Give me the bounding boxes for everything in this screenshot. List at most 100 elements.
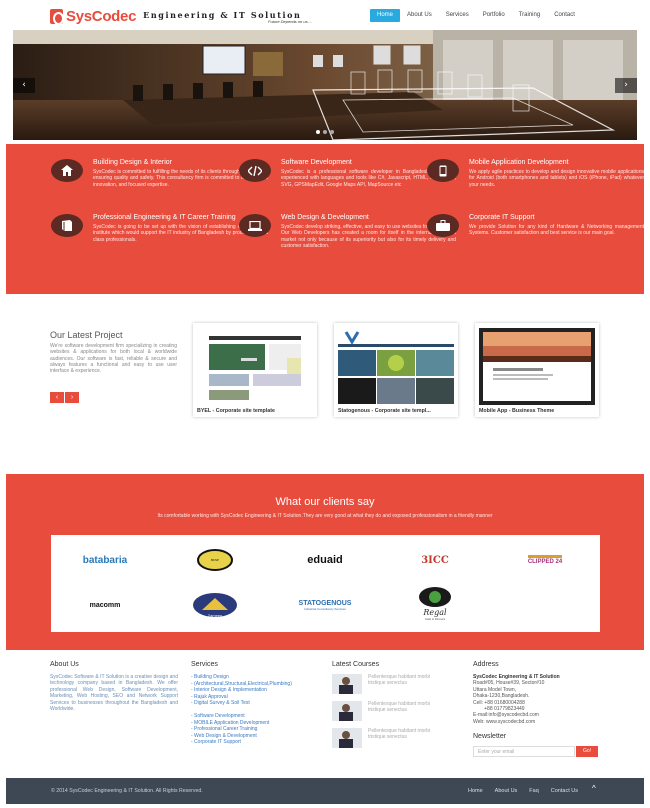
- client-logo-batabaria: batabaria: [51, 538, 159, 582]
- client-name: Regal: [423, 607, 447, 617]
- footer-nav-about[interactable]: About Us: [495, 788, 518, 794]
- footer-service-link[interactable]: - Building Design: [191, 674, 331, 681]
- footer-service-link[interactable]: - Corporate IT Support: [191, 739, 331, 746]
- course-item[interactable]: Pellentesque habitant morbi tristique se…: [332, 701, 462, 721]
- footer-services: Services - Building Design - (Architectu…: [191, 661, 331, 746]
- client-tagline: Cafe & Dinners: [424, 616, 446, 621]
- client-logo-clipped24: CLIPPED 24: [491, 538, 599, 582]
- hero-prev-button[interactable]: ‹: [13, 78, 35, 93]
- service-desc: We provide Solution for any kind of Hard…: [469, 224, 644, 237]
- footer-service-link[interactable]: - Interior Design & Implementation: [191, 687, 331, 694]
- clients-title: What our clients say: [275, 496, 375, 508]
- nav-portfolio[interactable]: Portfolio: [476, 9, 512, 22]
- course-text: Pellentesque habitant morbi tristique se…: [368, 728, 430, 741]
- service-desc: We apply agile practices to develop and …: [469, 169, 644, 188]
- nav-contact[interactable]: Contact: [547, 9, 582, 22]
- scroll-top-icon[interactable]: ^: [592, 784, 596, 793]
- footer-nav-contact[interactable]: Contact Us: [551, 788, 578, 794]
- service-mobile: Mobile Application Development We apply …: [427, 159, 644, 188]
- footer-address-title: Address: [473, 661, 499, 668]
- logo[interactable]: SysCodec Engineering & IT Solution: [50, 5, 301, 27]
- hero-image: [13, 30, 637, 140]
- project-card-byel[interactable]: BYEL - Corporate site template: [193, 323, 317, 417]
- project-thumbnail: [479, 328, 595, 405]
- newsletter-submit-button[interactable]: Go!: [576, 746, 598, 757]
- course-text: Pellentesque habitant morbi tristique se…: [368, 674, 430, 687]
- service-title: Mobile Application Development: [469, 159, 569, 166]
- service-support: Corporate IT Support We provide Solution…: [427, 214, 644, 237]
- clients-section: What our clients say Its comfortable wor…: [6, 474, 644, 650]
- clients-subtitle: Its comfortable working with SysCodec En…: [157, 513, 493, 519]
- project-caption: Mobile App - Business Theme: [479, 408, 555, 414]
- project-card-statogenous[interactable]: Statogenous - Corporate site templ...: [334, 323, 458, 417]
- course-item[interactable]: Pellentesque habitant morbi tristique se…: [332, 674, 462, 694]
- client-name: STATOGENOUS: [298, 599, 352, 607]
- project-card-mobile-app[interactable]: Mobile App - Business Theme: [475, 323, 599, 417]
- project-thumbnail: [197, 328, 313, 405]
- client-name: Zameen: [207, 613, 223, 618]
- footer-service-link[interactable]: - Professional Career Training: [191, 726, 331, 733]
- client-name: batabaria: [82, 554, 128, 566]
- footer-service-link[interactable]: - Rajuk Approval: [191, 694, 331, 701]
- footer-nav: Home About Us Faq Contact Us: [468, 788, 578, 794]
- header: SysCodec Engineering & IT Solution Futur…: [0, 0, 650, 30]
- project-caption: Statogenous - Corporate site templ...: [338, 408, 431, 414]
- nav-services[interactable]: Services: [439, 9, 476, 22]
- project-caption: BYEL - Corporate site template: [197, 408, 275, 414]
- footer-courses: Latest Courses Pellentesque habitant mor…: [332, 661, 462, 755]
- client-tagline: Industrial Consultancy Services: [304, 606, 346, 611]
- projects-nav: ‹ ›: [50, 392, 79, 403]
- bottom-bar: © 2014 SysCodec Engineering & IT Solutio…: [6, 778, 644, 804]
- client-logo-macomm: macomm: [51, 583, 159, 627]
- course-thumbnail: [332, 701, 362, 721]
- logo-icon: [50, 8, 64, 25]
- service-title: Corporate IT Support: [469, 214, 535, 221]
- logo-tagline: Future Depends on us....: [268, 19, 313, 24]
- code-icon: [239, 159, 271, 182]
- footer-nav-faq[interactable]: Faq: [529, 788, 538, 794]
- client-logo-bksp: BKSP: [161, 538, 269, 582]
- course-thumbnail: [332, 728, 362, 748]
- course-item[interactable]: Pellentesque habitant morbi tristique se…: [332, 728, 462, 748]
- course-thumbnail: [332, 674, 362, 694]
- hero-next-button[interactable]: ›: [615, 78, 637, 93]
- copyright: © 2014 SysCodec Engineering & IT Solutio…: [51, 788, 203, 794]
- book-icon: [51, 214, 83, 237]
- mobile-icon: [427, 159, 459, 182]
- footer-service-link[interactable]: - Web Design & Development: [191, 733, 331, 740]
- projects-desc: We're software development firm speciali…: [50, 343, 177, 375]
- briefcase-icon: [427, 214, 459, 237]
- project-thumbnail: [338, 328, 454, 405]
- main-nav: Home About Us Services Portfolio Trainin…: [370, 9, 582, 22]
- hero-slider[interactable]: [13, 30, 637, 140]
- nav-training[interactable]: Training: [512, 9, 547, 22]
- page: SysCodec Engineering & IT Solution Futur…: [0, 0, 650, 808]
- projects-next-button[interactable]: ›: [65, 392, 79, 403]
- logo-name: SysCodec: [66, 7, 137, 25]
- client-name: macomm: [89, 601, 121, 609]
- footer-service-link[interactable]: - Software Development: [191, 713, 331, 720]
- footer-nav-home[interactable]: Home: [468, 788, 483, 794]
- client-logo-statogenous: STATOGENOUS Industrial Consultancy Servi…: [271, 583, 379, 627]
- footer-courses-title: Latest Courses: [332, 661, 380, 668]
- laptop-icon: [239, 214, 271, 237]
- projects-prev-button[interactable]: ‹: [50, 392, 64, 403]
- client-name: 3ICC: [421, 554, 449, 566]
- footer-about: About Us SysCodec Software & IT Solution…: [50, 661, 178, 712]
- client-logo-eduaid: eduaid: [271, 538, 379, 582]
- footer-about-title: About Us: [50, 661, 79, 668]
- client-name: eduaid: [307, 554, 343, 566]
- footer-services-title: Services: [191, 661, 218, 668]
- nav-about[interactable]: About Us: [400, 9, 439, 22]
- client-logo-regal: Regal Cafe & Dinners: [381, 581, 489, 625]
- footer-service-link[interactable]: - (Architectural,Structural,Electrical,P…: [191, 681, 331, 688]
- footer-service-link[interactable]: - Digital Survey & Soil Test: [191, 700, 331, 707]
- newsletter-email-input[interactable]: Enter your email: [473, 746, 575, 757]
- projects-title: Our Latest Project: [50, 330, 123, 340]
- client-logo-3icc: 3ICC: [381, 538, 489, 582]
- footer-service-link[interactable]: - MOBILE Application Development: [191, 720, 331, 727]
- address-web[interactable]: Web: www.syscodecbd.com: [473, 719, 603, 725]
- newsletter-title: Newsletter: [473, 733, 507, 741]
- footer-about-text: SysCodec Software & IT Solution is a cre…: [50, 674, 178, 713]
- nav-home[interactable]: Home: [370, 9, 401, 22]
